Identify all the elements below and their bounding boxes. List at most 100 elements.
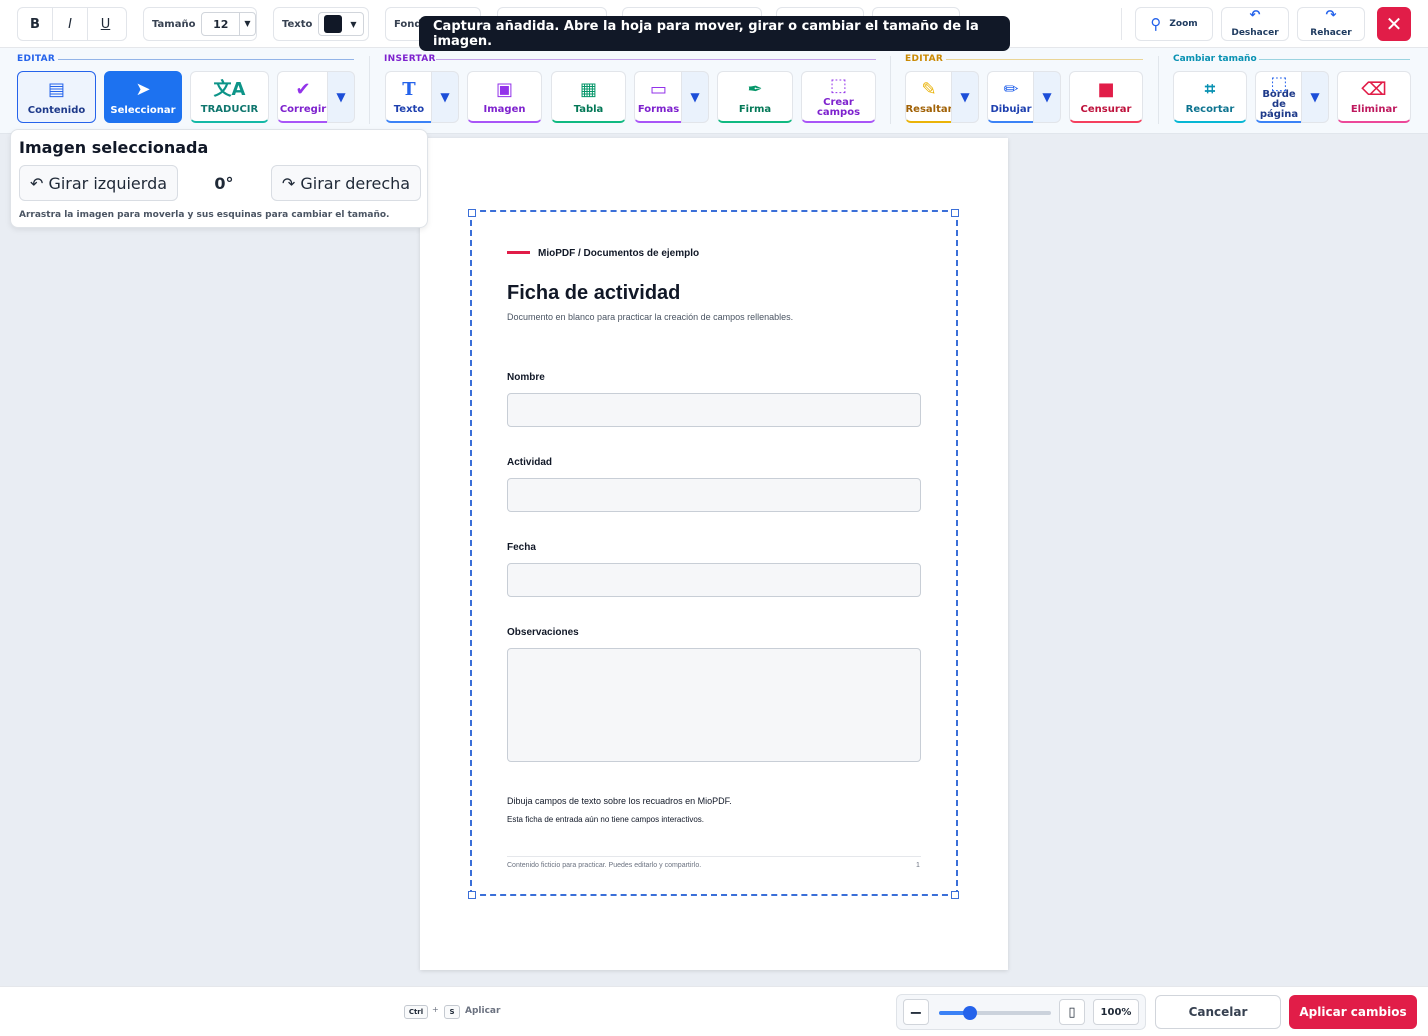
formas-dropdown[interactable]: ▼ — [681, 71, 709, 123]
cursor-icon: ➤ — [135, 79, 151, 100]
apply-changes-button[interactable]: Aplicar cambios — [1289, 995, 1417, 1029]
document-icon: ▤ — [47, 79, 65, 100]
section-line — [436, 59, 876, 60]
shape-icon: ▭ — [649, 79, 667, 100]
close-icon: ✕ — [1385, 12, 1403, 36]
toast-notification: Captura añadida. Abre la hoja para mover… — [419, 16, 1010, 51]
texto-button[interactable]: T Texto — [385, 71, 432, 123]
check-circle-icon: ✔ — [295, 79, 311, 100]
zoom-button[interactable]: ⚲ Zoom — [1135, 7, 1213, 41]
font-size-select[interactable]: 12 ▼ — [201, 12, 256, 36]
resize-handle-top-left[interactable] — [468, 209, 476, 217]
censurar-button[interactable]: ■ Censurar — [1069, 71, 1143, 123]
image-icon: ▣ — [495, 79, 513, 100]
underline-button[interactable]: U — [88, 8, 123, 40]
recortar-label: Recortar — [1185, 104, 1235, 115]
crop-icon: ⌗ — [1204, 79, 1216, 100]
translate-icon: 文A — [213, 79, 246, 100]
zoom-out-button[interactable]: − — [903, 999, 929, 1025]
dibujar-button[interactable]: ✏ Dibujar — [987, 71, 1034, 123]
firma-button[interactable]: ✒ Firma — [717, 71, 793, 123]
section-title-editar-2: EDITAR — [905, 54, 944, 64]
traducir-label: TRADUCIR — [200, 104, 259, 115]
text-color-picker[interactable]: ▼ — [318, 12, 365, 36]
section-title-resize: Cambiar tamaño — [1173, 54, 1257, 64]
imagen-button[interactable]: ▣ Imagen — [467, 71, 542, 123]
corregir-dropdown[interactable]: ▼ — [327, 71, 355, 123]
text-color-swatch — [324, 15, 343, 33]
page-border-icon: ⬚ — [1270, 73, 1288, 94]
resaltar-button[interactable]: ✎ Resaltar — [905, 71, 953, 123]
contenido-button[interactable]: ▤ Contenido — [17, 71, 96, 123]
resaltar-label: Resaltar — [905, 104, 953, 115]
image-selection-box[interactable] — [470, 210, 958, 896]
kbd-s: S — [444, 1005, 460, 1019]
redo-label: Rehacer — [1310, 28, 1352, 38]
rotate-right-button[interactable]: ↷ Girar derecha — [271, 165, 421, 201]
close-button[interactable]: ✕ — [1377, 7, 1411, 41]
pen-icon: ✒ — [747, 79, 763, 100]
texto-dropdown[interactable]: ▼ — [431, 71, 459, 123]
borde-pagina-button[interactable]: ⬚ Borde de página — [1255, 71, 1302, 123]
cancel-button[interactable]: Cancelar — [1155, 995, 1281, 1029]
fit-page-button[interactable]: ▯ — [1059, 999, 1085, 1025]
zoom-controls: − ▯ 100% — [896, 994, 1146, 1030]
eraser-icon: ⌫ — [1361, 79, 1387, 100]
rotate-left-button[interactable]: ↶ Girar izquierda — [19, 165, 178, 201]
section-line — [946, 59, 1143, 60]
eliminar-button[interactable]: ⌫ Eliminar — [1337, 71, 1411, 123]
resize-handle-bottom-left[interactable] — [468, 891, 476, 899]
tabla-button[interactable]: ▦ Tabla — [551, 71, 626, 123]
borde-pagina-dropdown[interactable]: ▼ — [1301, 71, 1329, 123]
resize-handle-bottom-right[interactable] — [951, 891, 959, 899]
section-title-editar: EDITAR — [17, 54, 56, 64]
redact-icon: ■ — [1097, 79, 1115, 100]
pencil-icon: ✏ — [1003, 79, 1019, 100]
chevron-down-icon: ▼ — [239, 13, 255, 35]
zoom-slider[interactable] — [939, 1006, 1051, 1020]
corregir-button[interactable]: ✔ Corregir — [277, 71, 328, 123]
seleccionar-button[interactable]: ➤ Seleccionar — [104, 71, 182, 123]
search-icon: ⚲ — [1150, 15, 1162, 33]
formas-button[interactable]: ▭ Formas — [634, 71, 682, 123]
crear-campos-button[interactable]: ⬚ Crear campos — [801, 71, 876, 123]
kbd-action-label: Aplicar — [465, 1006, 501, 1016]
resaltar-dropdown[interactable]: ▼ — [951, 71, 979, 123]
minus-icon: − — [909, 1002, 923, 1022]
chevron-down-icon: ▼ — [1042, 90, 1052, 104]
seleccionar-label: Seleccionar — [110, 105, 176, 116]
text-color-label: Texto — [282, 18, 313, 30]
dibujar-dropdown[interactable]: ▼ — [1033, 71, 1061, 123]
section-line — [58, 59, 354, 60]
traducir-button[interactable]: 文A TRADUCIR — [190, 71, 269, 123]
resize-handle-top-right[interactable] — [951, 209, 959, 217]
redo-icon: ↷ — [1325, 8, 1337, 23]
section-title-insertar: INSERTAR — [384, 54, 436, 64]
recortar-button[interactable]: ⌗ Recortar — [1173, 71, 1247, 123]
italic-button[interactable]: I — [53, 8, 88, 40]
bottom-bar: Ctrl + S Aplicar − ▯ 100% Cancelar Aplic… — [0, 986, 1428, 1036]
texto-label: Texto — [393, 104, 425, 115]
chevron-down-icon: ▼ — [1310, 90, 1320, 104]
text-color-group: Texto ▼ — [273, 7, 369, 41]
ribbon-divider — [369, 56, 370, 124]
zoom-slider-thumb[interactable] — [963, 1006, 978, 1020]
panel-title: Imagen seleccionada — [19, 138, 209, 157]
chevron-down-icon: ▼ — [336, 90, 346, 104]
chevron-down-icon: ▼ — [350, 19, 357, 29]
text-style-group: B I U — [17, 7, 127, 41]
toolbar-divider — [1121, 8, 1122, 40]
zoom-value[interactable]: 100% — [1093, 999, 1139, 1025]
highlighter-icon: ✎ — [921, 79, 937, 100]
tabla-label: Tabla — [573, 104, 604, 115]
chevron-down-icon: ▼ — [690, 90, 700, 104]
ribbon-divider — [1158, 56, 1159, 124]
section-line — [1259, 59, 1410, 60]
undo-icon: ↶ — [1249, 8, 1261, 23]
undo-button[interactable]: ↶ Deshacer — [1221, 7, 1289, 41]
kbd-plus: + — [432, 1005, 439, 1014]
redo-button[interactable]: ↷ Rehacer — [1297, 7, 1365, 41]
chevron-down-icon: ▼ — [440, 90, 450, 104]
bold-button[interactable]: B — [18, 8, 53, 40]
crear-campos-label-2: campos — [816, 107, 861, 118]
